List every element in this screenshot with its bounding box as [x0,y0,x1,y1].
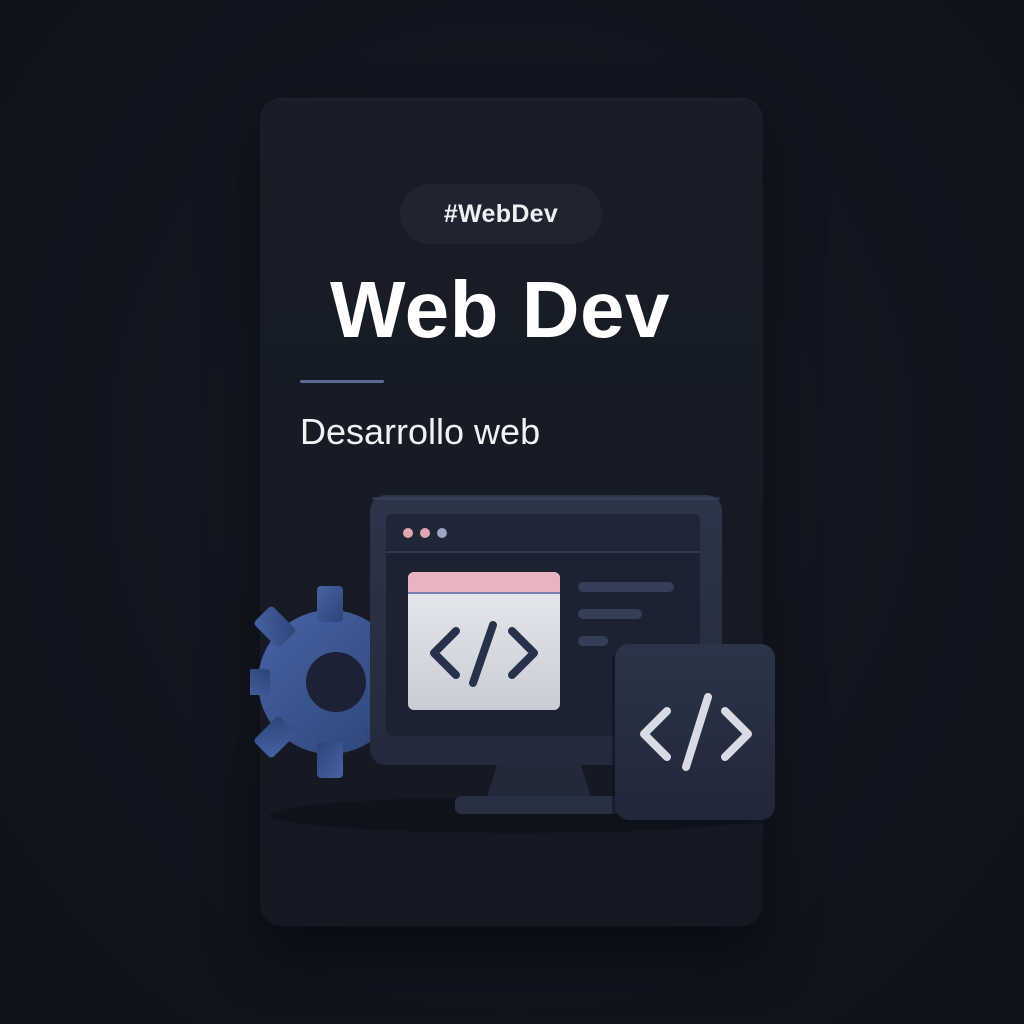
page-title: Web Dev [330,265,670,354]
monitor-stand [455,762,620,814]
hashtag-pill: #WebDev [400,184,602,244]
hashtag-label: #WebDev [443,199,559,228]
browser-window-icon [408,572,560,710]
web-dev-illustration [250,495,775,833]
page-subtitle: Desarrollo web [300,411,541,452]
code-tile-icon [612,644,775,824]
title-divider [300,380,384,383]
